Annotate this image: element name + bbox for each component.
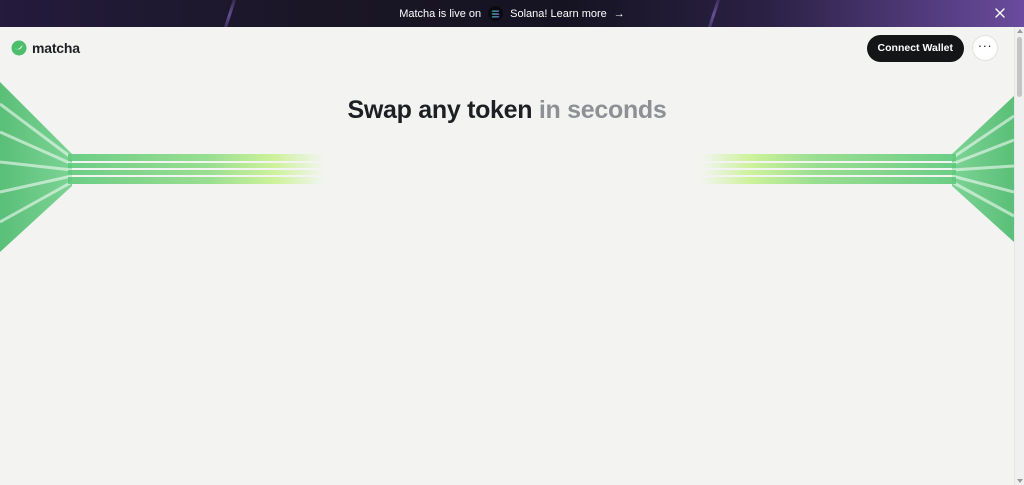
- hero-title-main: Swap any token: [347, 96, 533, 124]
- hero-title-muted: in seconds: [538, 96, 667, 124]
- banner-text-before: Matcha is live on: [399, 7, 482, 20]
- close-banner-button[interactable]: [992, 5, 1008, 21]
- close-icon: [995, 8, 1005, 18]
- logo-link[interactable]: matcha: [11, 40, 80, 56]
- scroll-down-arrow-icon[interactable]: [1017, 479, 1023, 483]
- banner-text-after: Solana! Learn more: [510, 7, 607, 20]
- matcha-logo-icon: [11, 40, 27, 56]
- connect-wallet-button[interactable]: Connect Wallet: [866, 34, 964, 62]
- header: matcha Connect Wallet ···: [0, 27, 1014, 69]
- more-menu-button[interactable]: ···: [972, 35, 998, 61]
- announcement-banner[interactable]: Matcha is live on Solana! Learn more →: [0, 0, 1024, 27]
- page: Matcha is live on Solana! Learn more → m…: [0, 0, 1024, 485]
- solana-logo-icon: [488, 6, 504, 21]
- hero-title: Swap any token in seconds: [0, 96, 1014, 125]
- scrollbar-thumb[interactable]: [1017, 37, 1022, 97]
- scroll-up-arrow-icon[interactable]: [1017, 29, 1023, 33]
- arrow-right-icon: →: [613, 7, 625, 20]
- banner-link[interactable]: Matcha is live on Solana! Learn more →: [399, 6, 625, 21]
- logo-text: matcha: [32, 40, 80, 56]
- header-actions: Connect Wallet ···: [866, 34, 998, 62]
- banner-light-streak: [220, 0, 239, 27]
- banner-light-streak: [704, 0, 723, 27]
- more-horizontal-icon: ···: [977, 37, 993, 53]
- page-scrollbar[interactable]: [1014, 27, 1024, 485]
